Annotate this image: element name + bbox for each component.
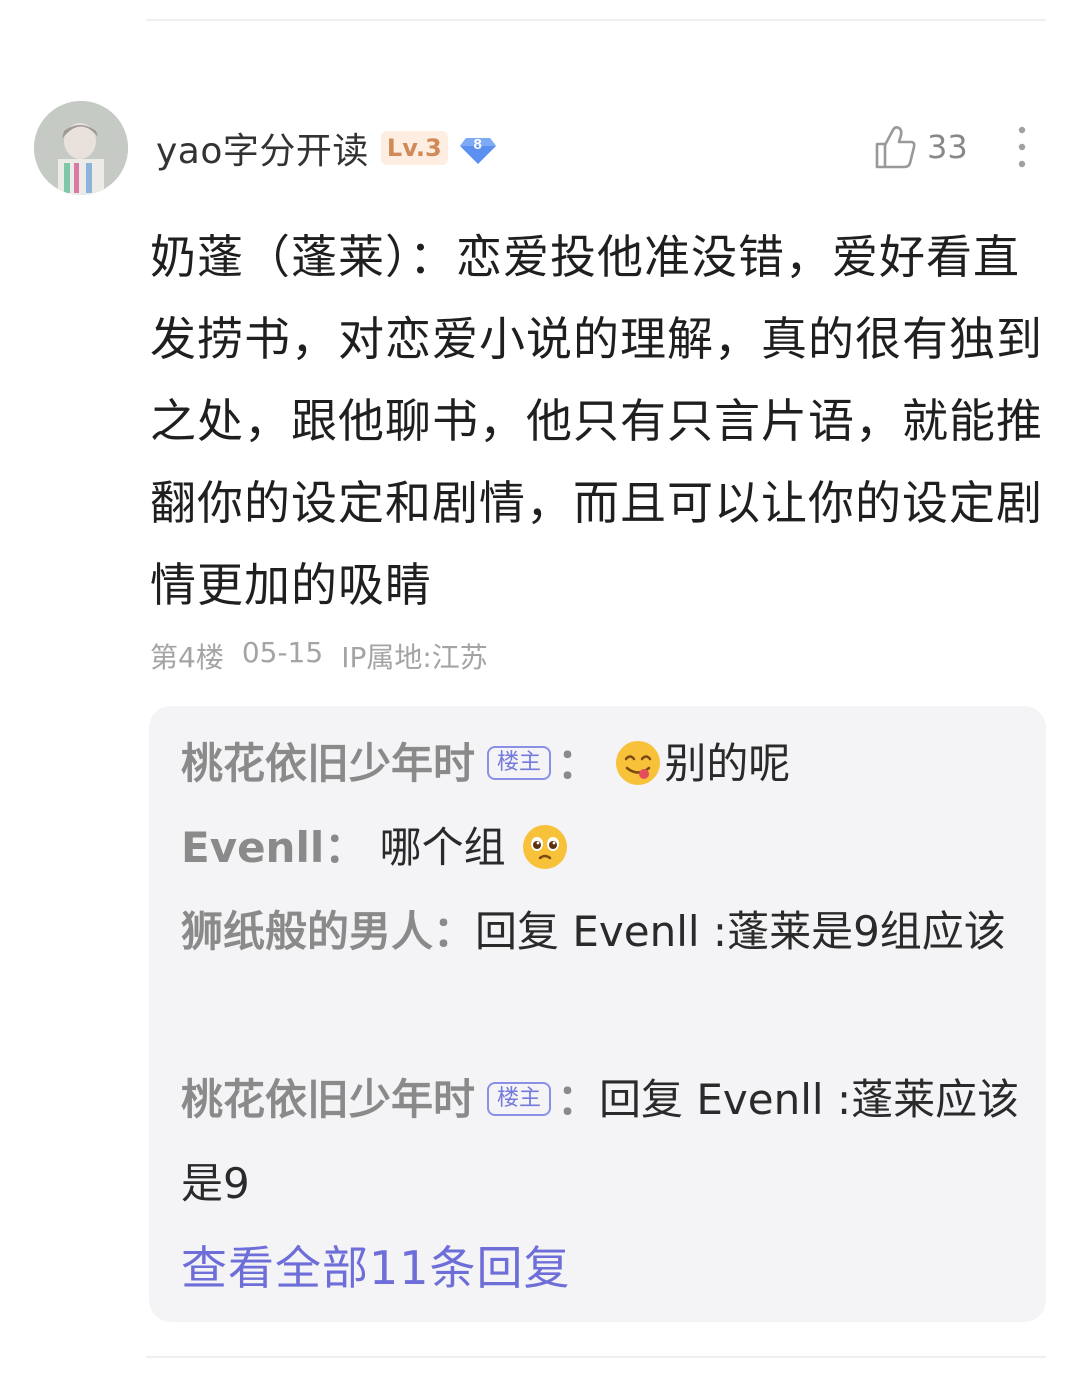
top-divider: [146, 19, 1046, 21]
reply-text: 别的呢: [664, 739, 791, 788]
bottom-divider: [146, 1356, 1046, 1358]
reply-author[interactable]: 狮纸般的男人: [181, 907, 433, 956]
owner-badge: 楼主: [487, 1081, 552, 1116]
post-date: 05-15: [241, 636, 324, 669]
user-info: yao字分开读 Lv.3 8: [156, 122, 498, 174]
reply-item[interactable]: Evenll： 哪个组: [181, 806, 1021, 890]
reply-author[interactable]: 桃花依旧少年时: [181, 739, 475, 788]
reply-item[interactable]: 狮纸般的男人：回复 Evenll :蓬莱是9组应该: [181, 890, 1021, 974]
reply-text: 回复 Evenll :蓬莱是9组应该: [475, 907, 1006, 956]
level-badge: Lv.3: [380, 131, 448, 165]
reply-separator: ：: [557, 739, 600, 788]
pleading-face-icon: [523, 824, 567, 869]
username[interactable]: yao字分开读: [156, 122, 369, 174]
reply-separator: ：: [433, 907, 476, 956]
reply-author[interactable]: 桃花依旧少年时: [181, 1075, 475, 1124]
more-vertical-icon: [1018, 126, 1026, 168]
avatar[interactable]: [34, 101, 128, 195]
like-count: 33: [927, 128, 968, 166]
vip-badge: 8: [458, 128, 498, 168]
reply-section: 桃花依旧少年时 楼主： 别的呢 Evenll： 哪个组 狮纸般的男人：回复 Eve…: [149, 706, 1046, 1322]
reply-item[interactable]: 桃花依旧少年时 楼主 ：回复 Evenll :蓬莱应该是9: [181, 1058, 1021, 1226]
comment-content: 奶蓬（蓬莱）：恋爱投他准没错，爱好看直发捞书，对恋爱小说的理解，真的很有独到之处…: [150, 230, 1043, 612]
ip-location: IP属地:江苏: [341, 641, 488, 674]
thumbs-up-icon: [875, 126, 916, 169]
reply-item[interactable]: 桃花依旧少年时 楼主： 别的呢: [181, 722, 1021, 806]
view-all-replies-link[interactable]: 查看全部11条回复: [181, 1234, 571, 1302]
vip-level: 8: [473, 136, 482, 153]
reply-text: 哪个组: [379, 823, 506, 872]
like-button[interactable]: 33: [873, 120, 968, 174]
reply-author[interactable]: Evenll: [181, 823, 324, 872]
reply-separator: ：: [557, 1075, 600, 1124]
owner-badge: 楼主: [487, 745, 552, 780]
floor-number: 第4楼: [150, 641, 224, 674]
more-options-button[interactable]: [1008, 124, 1036, 170]
comment-meta: 第4楼 05-15 IP属地:江苏: [150, 636, 488, 676]
reply-separator: ：: [324, 823, 367, 872]
yum-face-icon: [616, 740, 661, 785]
